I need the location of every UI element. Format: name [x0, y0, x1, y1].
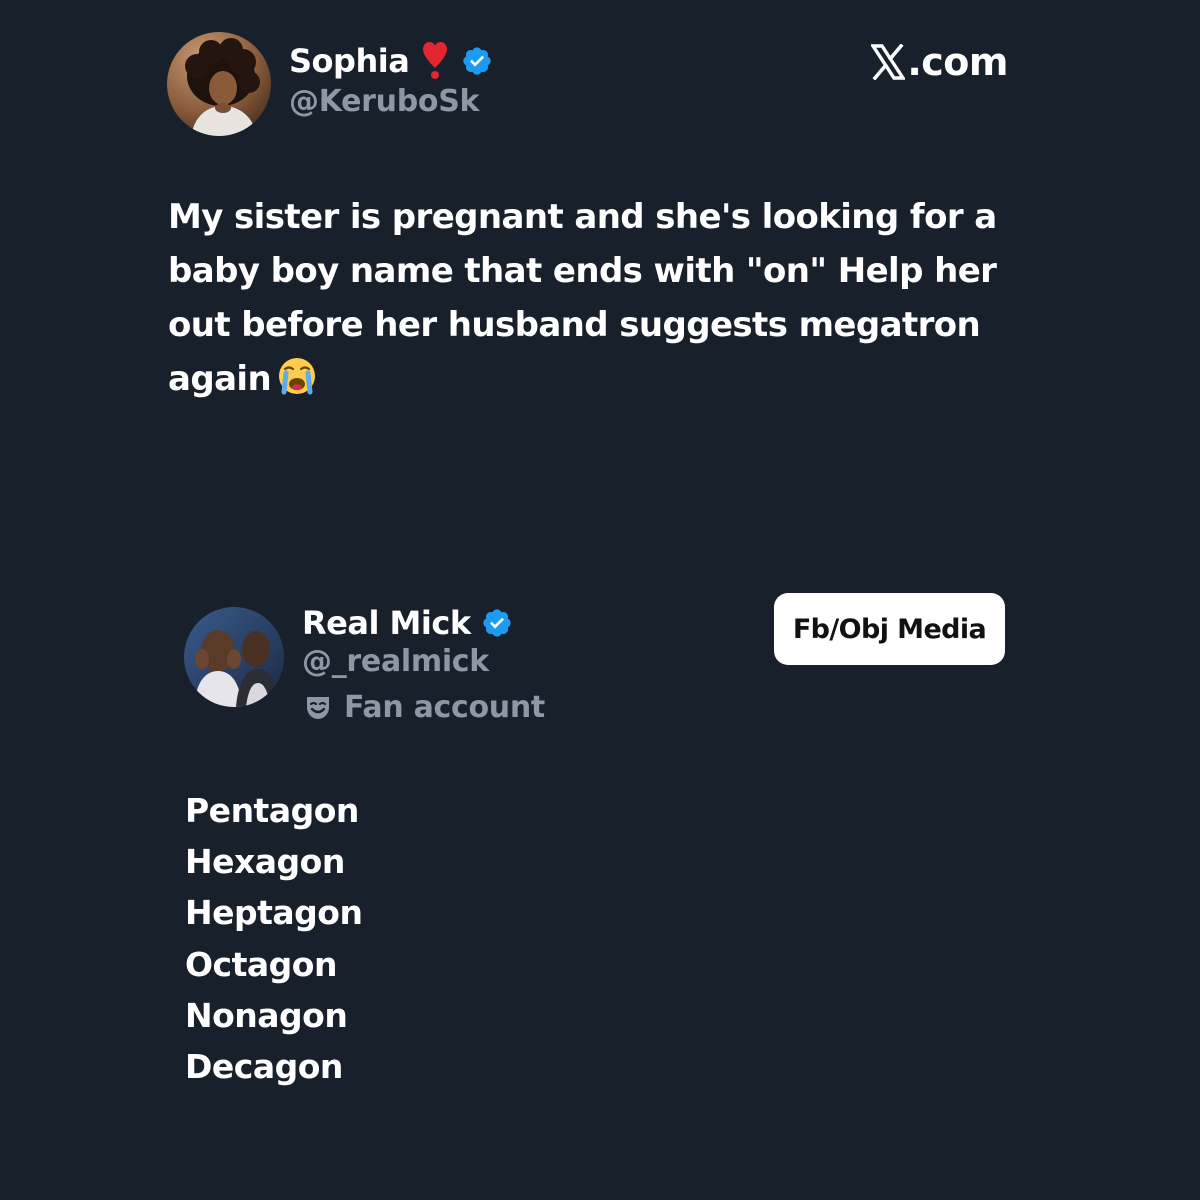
watermark-text: Fb/Obj Media [792, 613, 987, 645]
list-item: Heptagon [185, 893, 363, 933]
tweet1-display-name[interactable]: Sophia [289, 42, 410, 80]
list-item: Pentagon [185, 791, 359, 830]
verified-badge-icon[interactable] [461, 45, 493, 77]
list-item: Octagon [185, 944, 337, 984]
list-item: Decagon [185, 1047, 343, 1087]
x-logo-icon [870, 43, 907, 81]
list-item: Hexagon [185, 842, 345, 882]
tweet1-avatar[interactable] [167, 32, 271, 136]
loudly-crying-face-icon [277, 356, 317, 396]
tweet2-name-row: Real Mick [302, 600, 513, 646]
fan-account-label: Fan account [304, 690, 545, 725]
fan-account-text: Fan account [344, 690, 545, 725]
tweet1-name-row: Sophia [289, 38, 493, 84]
brand-label: .com [870, 40, 1008, 84]
avatar-photo-icon [184, 607, 284, 707]
tweet1-handle[interactable]: @KeruboSk [289, 84, 479, 119]
avatar-photo-icon [167, 32, 271, 136]
watermark-badge: Fb/Obj Media [774, 593, 1005, 665]
tweet2-handle[interactable]: @_realmick [302, 644, 489, 679]
list-item: Nonagon [185, 995, 348, 1035]
tweet2-avatar[interactable] [184, 607, 284, 707]
tweet1-text: My sister is pregnant and she's looking … [168, 190, 1028, 406]
verified-badge-icon[interactable] [481, 607, 513, 639]
post-screenshot: Sophia @KeruboSk .com My sister is pregn… [0, 0, 1200, 1200]
brand-text: .com [907, 40, 1008, 84]
tweet2-display-name[interactable]: Real Mick [302, 604, 471, 642]
mask-icon [304, 694, 332, 722]
heart-exclamation-icon [423, 42, 448, 80]
tweet2-answer-list: Pentagon Hexagon Heptagon Octagon Nonago… [185, 785, 363, 1092]
